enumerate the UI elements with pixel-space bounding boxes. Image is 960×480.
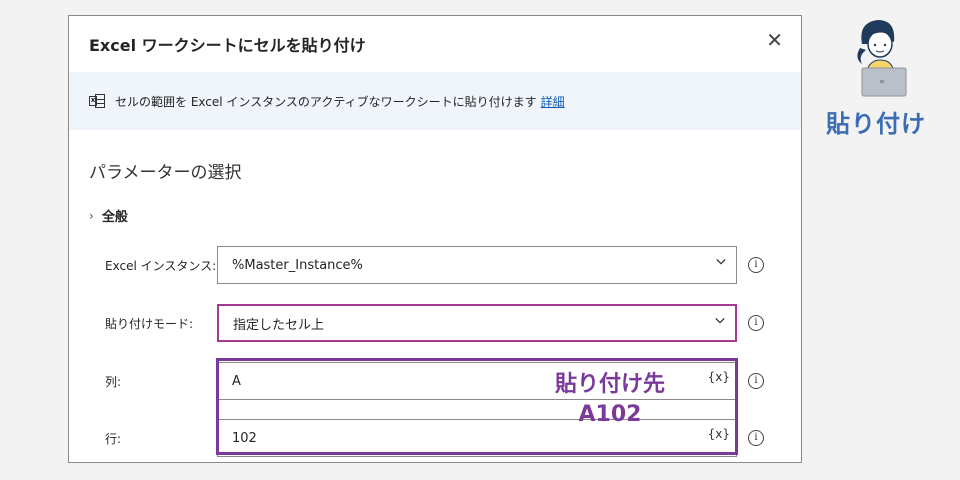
- excel-icon: x: [89, 94, 105, 108]
- instance-value: %Master_Instance%: [232, 257, 363, 273]
- column-label: 列:: [105, 375, 122, 389]
- info-text: セルの範囲を Excel インスタンスのアクティブなワークシートに貼り付けます: [115, 94, 537, 109]
- paste-mode-select[interactable]: 指定したセル上: [217, 304, 737, 342]
- general-label: 全般: [101, 210, 128, 225]
- row-value: 102: [232, 430, 257, 446]
- dialog-title: Excel ワークシートにセルを貼り付け: [89, 36, 366, 55]
- general-section-toggle[interactable]: › 全般: [89, 206, 128, 226]
- paste-cells-dialog: Excel ワークシートにセルを貼り付け ✕ x セルの範囲を Excel イン…: [68, 15, 802, 463]
- person-laptop-illustration: [857, 20, 907, 97]
- info-icon[interactable]: i: [748, 430, 764, 446]
- info-icon[interactable]: i: [748, 315, 764, 331]
- paste-mode-label: 貼り付けモード:: [105, 317, 194, 331]
- chevron-down-icon: [716, 259, 726, 265]
- variable-icon[interactable]: {x}: [708, 370, 730, 384]
- callout-line-2: A102: [578, 402, 642, 427]
- callout-line-1: 貼り付け先: [554, 372, 665, 397]
- row-label: 行:: [105, 432, 122, 446]
- variable-icon[interactable]: {x}: [708, 427, 730, 441]
- paste-target-callout: 貼り付け先 A102: [540, 370, 680, 430]
- instance-label: Excel インスタンス:: [105, 259, 217, 273]
- info-icon[interactable]: i: [748, 257, 764, 273]
- section-title: パラメーターの選択: [89, 163, 242, 183]
- details-link[interactable]: 詳細: [541, 93, 565, 110]
- close-icon[interactable]: ✕: [766, 30, 783, 50]
- side-label: 貼り付け: [826, 110, 926, 138]
- info-bar: x セルの範囲を Excel インスタンスのアクティブなワークシートに貼り付けま…: [69, 72, 801, 130]
- instance-select[interactable]: %Master_Instance%: [217, 246, 737, 284]
- chevron-down-icon: [715, 318, 725, 324]
- info-icon[interactable]: i: [748, 373, 764, 389]
- column-value: A: [232, 373, 241, 389]
- chevron-right-icon: ›: [89, 208, 94, 223]
- paste-mode-value: 指定したセル上: [233, 317, 325, 333]
